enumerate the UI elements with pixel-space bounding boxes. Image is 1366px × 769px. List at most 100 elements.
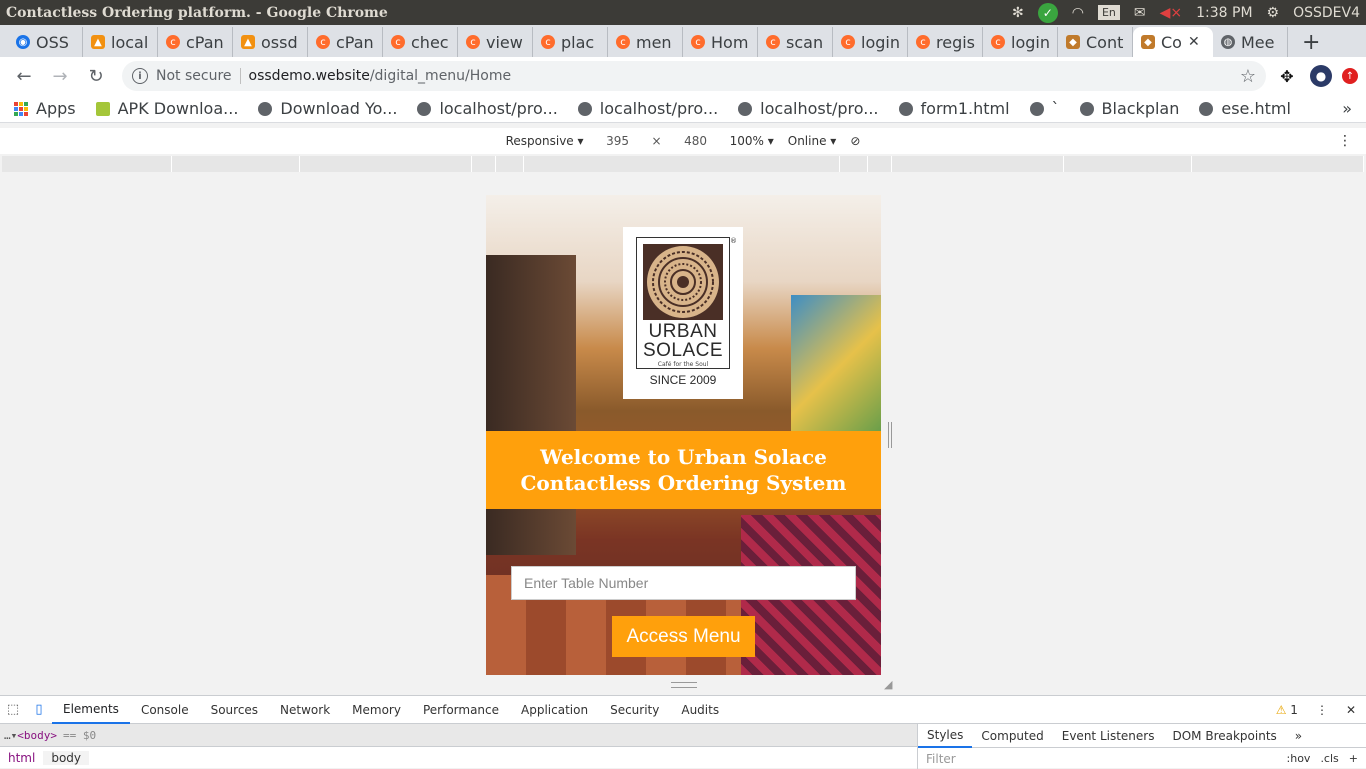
bookmark-label: ese.html xyxy=(1221,99,1291,118)
browser-tab-strip: ◉ OSS ▲ local c cPan ▲ ossd c cPan c chec c vie… xyxy=(0,25,1366,57)
bookmark-item[interactable]: form1.html xyxy=(898,99,1010,118)
slack-icon[interactable]: ✻ xyxy=(1012,5,1024,21)
zoom-select[interactable]: 100% ▾ xyxy=(730,134,774,148)
forward-arrow-icon[interactable]: → xyxy=(44,60,76,92)
tab[interactable]: c cPan xyxy=(158,27,233,57)
tab-event-listeners[interactable]: Event Listeners xyxy=(1053,724,1164,748)
devtools-tab-performance[interactable]: Performance xyxy=(412,696,510,724)
breadcrumb-item[interactable]: body xyxy=(43,750,90,765)
tab[interactable]: ◍ Mee xyxy=(1213,27,1288,57)
bookmark-item[interactable]: Download Yo... xyxy=(258,99,397,118)
wifi-icon[interactable]: ◠ xyxy=(1072,5,1084,21)
logo-tagline: Café for the Soul xyxy=(657,361,709,368)
close-icon[interactable]: ✕ xyxy=(1188,34,1200,50)
dom-tag: <body> xyxy=(17,728,57,742)
tab[interactable]: ◆ Cont xyxy=(1058,27,1133,57)
dimension-separator: × xyxy=(651,134,662,148)
tiger-icon: ◆ xyxy=(1066,35,1080,49)
close-icon[interactable]: ✕ xyxy=(1346,703,1356,717)
new-tab-button[interactable]: + xyxy=(1288,27,1334,57)
reload-icon[interactable]: ↻ xyxy=(80,60,112,92)
tab[interactable]: c regis xyxy=(908,27,983,57)
access-menu-button[interactable]: Access Menu xyxy=(612,616,755,657)
devtools-tab-audits[interactable]: Audits xyxy=(670,696,730,724)
bookmark-label: localhost/pro... xyxy=(599,99,719,118)
styles-filter-input[interactable]: Filter xyxy=(926,752,956,766)
tab-dom-breakpoints[interactable]: DOM Breakpoints xyxy=(1163,724,1285,748)
device-height-input[interactable]: 480 xyxy=(676,134,716,148)
user-name[interactable]: OSSDEV4 xyxy=(1293,5,1360,21)
device-mode-select[interactable]: Responsive ▾ xyxy=(506,134,584,148)
rotate-icon[interactable]: ⊘ xyxy=(850,134,860,148)
tab[interactable]: ▲ local xyxy=(83,27,158,57)
tab-styles[interactable]: Styles xyxy=(918,724,973,748)
bookmark-apps[interactable]: Apps xyxy=(14,99,76,118)
tab-active[interactable]: ◆ Co ✕ xyxy=(1133,27,1213,57)
bookmark-star-icon[interactable]: ☆ xyxy=(1240,66,1256,87)
devtools-tab-security[interactable]: Security xyxy=(599,696,670,724)
tab[interactable]: c login xyxy=(983,27,1058,57)
bookmark-item[interactable]: localhost/pro... xyxy=(577,99,719,118)
back-arrow-icon[interactable]: ← xyxy=(8,60,40,92)
address-bar[interactable]: i Not secure ossdemo.website/digital_men… xyxy=(122,61,1266,91)
bookmark-item[interactable]: APK Downloa... xyxy=(95,99,238,118)
security-label[interactable]: Not secure xyxy=(156,68,232,84)
devtools-tab-console[interactable]: Console xyxy=(130,696,200,724)
resize-corner-icon[interactable]: ◢ xyxy=(884,678,892,691)
tab-label: login xyxy=(861,32,900,52)
tab[interactable]: c Hom xyxy=(683,27,758,57)
update-check-icon[interactable]: ✓ xyxy=(1037,2,1058,23)
info-icon[interactable]: i xyxy=(132,68,148,84)
devtools-tab-memory[interactable]: Memory xyxy=(341,696,412,724)
devtools-tab-application[interactable]: Application xyxy=(510,696,599,724)
class-toggle[interactable]: .cls xyxy=(1320,752,1338,765)
device-toggle-icon[interactable]: ▯ xyxy=(26,700,52,720)
devtools-tab-sources[interactable]: Sources xyxy=(200,696,269,724)
media-query-ruler[interactable] xyxy=(2,156,1364,172)
tab[interactable]: c chec xyxy=(383,27,458,57)
profile-avatar[interactable]: ● xyxy=(1310,65,1332,87)
settings-gear-icon[interactable]: ⚙ xyxy=(1267,5,1280,21)
hover-state-toggle[interactable]: :hov xyxy=(1287,752,1311,765)
bookmark-item[interactable]: localhost/pro... xyxy=(738,99,879,118)
tab[interactable]: ◉ OSS xyxy=(8,27,83,57)
more-options-icon[interactable]: ⋮ xyxy=(1338,133,1352,149)
new-rule-button[interactable]: + xyxy=(1349,752,1358,765)
network-throttle-select[interactable]: Online ▾ xyxy=(788,134,837,148)
devtools-tab-network[interactable]: Network xyxy=(269,696,341,724)
tab[interactable]: ▲ ossd xyxy=(233,27,308,57)
dom-node-selected[interactable]: …▾ <body> == $0 xyxy=(0,724,917,746)
tab[interactable]: c view xyxy=(458,27,533,57)
warnings-counter[interactable]: ⚠ 1 xyxy=(1276,703,1298,717)
resize-handle-bottom[interactable] xyxy=(671,682,697,688)
breadcrumb-item[interactable]: html xyxy=(0,751,43,765)
more-options-icon[interactable]: ⋮ xyxy=(1316,703,1328,717)
clock[interactable]: 1:38 PM xyxy=(1196,5,1252,21)
devtools-body: …▾ <body> == $0 html body Styles Computed … xyxy=(0,724,1366,769)
inspect-element-icon[interactable]: ⬚ xyxy=(0,700,26,720)
tab-computed[interactable]: Computed xyxy=(972,724,1052,748)
bookmark-item[interactable]: ` xyxy=(1029,99,1060,118)
tab[interactable]: c cPan xyxy=(308,27,383,57)
volume-muted-icon[interactable]: ◀× xyxy=(1160,5,1183,21)
update-alert-icon[interactable]: ↑ xyxy=(1342,68,1358,84)
bookmark-item[interactable]: localhost/pro... xyxy=(417,99,558,118)
keyboard-language[interactable]: En xyxy=(1097,5,1120,20)
more-bookmarks-chevron-icon[interactable]: » xyxy=(1342,99,1352,118)
pma-icon: ▲ xyxy=(241,35,255,49)
tab[interactable]: c men xyxy=(608,27,683,57)
device-width-input[interactable]: 395 xyxy=(598,134,638,148)
tab-label: view xyxy=(486,32,523,52)
tab[interactable]: c plac xyxy=(533,27,608,57)
tab[interactable]: c login xyxy=(833,27,908,57)
bookmark-item[interactable]: ese.html xyxy=(1199,99,1291,118)
devtools-tab-elements[interactable]: Elements xyxy=(52,696,130,724)
more-tabs-chevron-icon[interactable]: » xyxy=(1286,724,1311,748)
tab[interactable]: c scan xyxy=(758,27,833,57)
resize-handle-right[interactable] xyxy=(888,422,892,448)
bookmark-item[interactable]: Blackplan xyxy=(1079,99,1179,118)
bookmark-label: localhost/pro... xyxy=(760,99,879,118)
extension-paw-icon[interactable]: ✥ xyxy=(1276,65,1298,87)
mail-icon[interactable]: ✉ xyxy=(1134,5,1146,21)
table-number-input[interactable] xyxy=(511,566,856,600)
